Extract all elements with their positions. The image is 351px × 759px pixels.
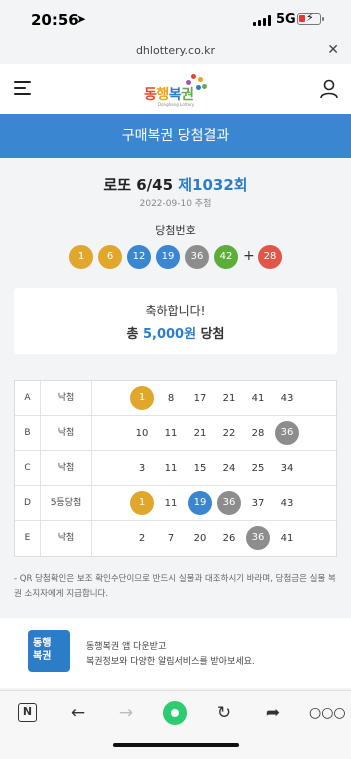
app-header: 동행복권 Donghang Lottery — [0, 64, 351, 114]
ticket-number: 8 — [167, 393, 175, 404]
row-letter: C — [15, 451, 41, 486]
winning-ball: 19 — [156, 245, 180, 269]
ticket-number: 2 — [138, 533, 146, 544]
ticket-number: 10 — [135, 428, 149, 439]
logo-text: 동행복권 — [144, 87, 194, 103]
row-result: 낙첨 — [41, 451, 92, 486]
ticket-number: 34 — [280, 463, 294, 474]
home-button-icon[interactable] — [163, 701, 187, 725]
ticket-number: 1 — [130, 381, 154, 416]
ticket-number: 36 — [246, 521, 270, 556]
status-bar: 20:56 ➤ 5G ⚡ — [0, 0, 351, 40]
row-letter: A — [15, 381, 41, 416]
menu-icon[interactable] — [14, 81, 31, 95]
table-row: E 낙첨 2 7 20 26 36 41 — [15, 521, 338, 556]
result-box: 축하합니다! 총 5,000원 당첨 — [14, 288, 337, 354]
row-result: 낙첨 — [41, 521, 92, 556]
ticket-number: 36 — [275, 416, 299, 451]
row-result: 5등당첨 — [41, 486, 92, 521]
ticket-number: 11 — [164, 498, 178, 509]
ticket-number: 17 — [193, 393, 207, 404]
ticket-number: 28 — [251, 428, 265, 439]
share-icon[interactable]: ➦ — [261, 701, 285, 725]
winning-numbers-label: 당첨번호 — [155, 224, 196, 237]
winning-ball: 12 — [127, 245, 151, 269]
back-arrow-icon[interactable]: ← — [66, 701, 90, 725]
ticket-number: 21 — [193, 428, 207, 439]
ticket-number: 19 — [188, 486, 212, 521]
ticket-number: 37 — [251, 498, 265, 509]
ticket-number: 43 — [280, 498, 294, 509]
ticket-number: 20 — [193, 533, 207, 544]
table-row: C 낙첨 3 11 15 24 25 34 — [15, 451, 338, 486]
ticket-number: 7 — [167, 533, 175, 544]
row-result: 낙첨 — [41, 381, 92, 416]
user-icon[interactable] — [319, 79, 339, 99]
prize-text: 총 5,000원 당첨 — [126, 327, 225, 342]
url-text[interactable]: dhlottery.co.kr — [0, 44, 351, 57]
app-logo-icon: 동행 복권 — [28, 630, 70, 672]
ticket-number: 15 — [193, 463, 207, 474]
game-title: 로또 6/45 제1032회 — [103, 176, 248, 194]
ticket-number: 36 — [217, 486, 241, 521]
promo-line-1: 동행복권 앱 다운받고 — [86, 642, 167, 652]
winning-ball: 1 — [69, 245, 93, 269]
ticket-number: 22 — [222, 428, 236, 439]
ticket-number: 41 — [280, 533, 294, 544]
congrats-text: 축하합니다! — [145, 304, 206, 318]
table-row: B 낙첨 10 11 21 22 28 36 — [15, 416, 338, 451]
row-result: 낙첨 — [41, 416, 92, 451]
bonus-ball: 28 — [258, 245, 282, 269]
ticket-number: 1 — [130, 486, 154, 521]
promo-line-2: 복권정보와 다양한 알림서비스를 받아보세요. — [86, 657, 255, 667]
qr-notice: - QR 당첨확인은 보조 확인수단이므로 반드시 실물과 대조하시기 바라며,… — [14, 574, 336, 599]
network-label: 5G — [276, 12, 296, 27]
naver-button[interactable]: N — [16, 701, 40, 725]
ticket-number: 3 — [138, 463, 146, 474]
ticket-number: 11 — [164, 463, 178, 474]
winning-ball: 6 — [98, 245, 122, 269]
winning-ball: 36 — [185, 245, 209, 269]
draw-date: 2022-09-10 추첨 — [139, 199, 212, 209]
logo-subtitle: Donghang Lottery — [158, 102, 195, 107]
ticket-number: 26 — [222, 533, 236, 544]
ticket-table: A 낙첨 1 8 17 21 41 43 B 낙첨 10 11 21 22 28… — [14, 380, 338, 557]
more-icon[interactable]: ○○○ — [309, 701, 346, 725]
home-indicator — [113, 743, 239, 747]
forward-arrow-icon[interactable]: → — [114, 701, 138, 725]
page-title: 구매복권 당첨결과 — [0, 114, 351, 158]
ticket-number: 21 — [222, 393, 236, 404]
ticket-number: 25 — [251, 463, 265, 474]
reload-icon[interactable]: ↻ — [212, 701, 236, 725]
ticket-number: 43 — [280, 393, 294, 404]
logo[interactable]: 동행복권 Donghang Lottery — [144, 72, 214, 107]
plus-sign: + — [243, 248, 255, 264]
status-time: 20:56 — [31, 11, 79, 29]
url-bar[interactable]: dhlottery.co.kr ✕ — [0, 40, 351, 64]
browser-toolbar: N ← → ↻ ➦ ○○○ — [0, 690, 351, 759]
ticket-number: 11 — [164, 428, 178, 439]
ticket-number: 41 — [251, 393, 265, 404]
main-content: 로또 6/45 제1032회 2022-09-10 추첨 당첨번호 1 6 12… — [0, 158, 351, 618]
app-promo-banner[interactable]: 동행 복권 동행복권 앱 다운받고 복권정보와 다양한 알림서비스를 받아보세요… — [0, 618, 351, 688]
ticket-number: 24 — [222, 463, 236, 474]
close-icon[interactable]: ✕ — [327, 42, 339, 58]
row-letter: E — [15, 521, 41, 556]
location-arrow-icon: ➤ — [76, 12, 87, 26]
row-letter: D — [15, 486, 41, 521]
row-letter: B — [15, 416, 41, 451]
table-row: A 낙첨 1 8 17 21 41 43 — [15, 381, 338, 416]
winning-ball: 42 — [214, 245, 238, 269]
signal-icon — [253, 15, 271, 26]
battery-icon: ⚡ — [297, 11, 324, 25]
table-row: D 5등당첨 1 11 19 36 37 43 — [15, 486, 338, 521]
